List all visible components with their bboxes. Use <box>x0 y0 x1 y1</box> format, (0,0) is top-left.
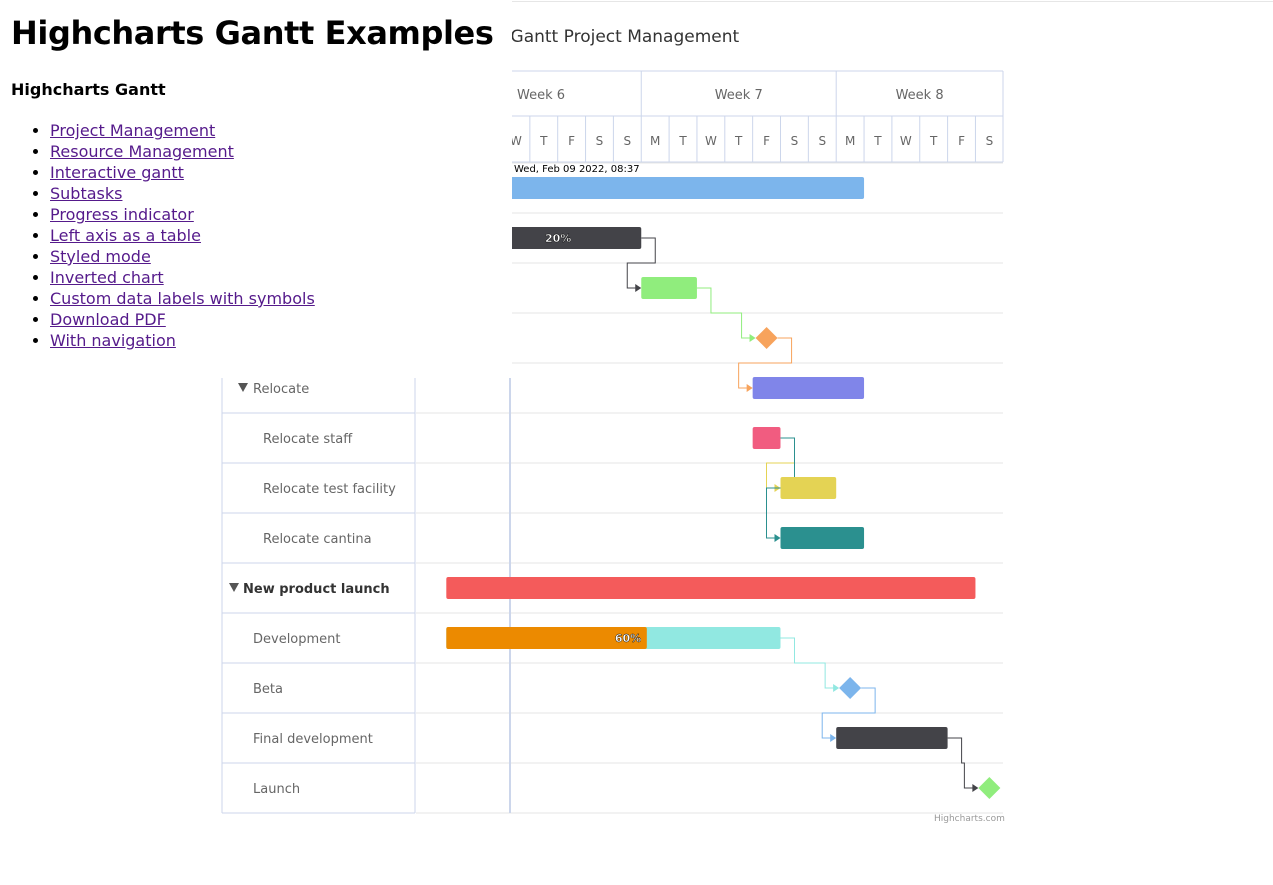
link-styled-mode[interactable]: Styled mode <box>50 247 151 266</box>
day-label: T <box>734 134 743 148</box>
link-interactive-gantt[interactable]: Interactive gantt <box>50 163 184 182</box>
top-divider <box>512 1 1273 2</box>
list-item: Subtasks <box>50 183 315 204</box>
task-labels: Relocate Relocate staff Relocate test faci… <box>229 382 396 797</box>
task-bar <box>752 427 781 449</box>
day-label: W <box>705 134 717 148</box>
collapse-arrow-icon <box>238 383 248 392</box>
day-label: T <box>678 134 687 148</box>
day-label: M <box>845 134 855 148</box>
link-progress-indicator[interactable]: Progress indicator <box>50 205 194 224</box>
progress-data-label: 60% <box>615 632 641 645</box>
milestone-diamond <box>839 677 862 699</box>
list-item: Interactive gantt <box>50 162 315 183</box>
task-bar <box>836 727 948 749</box>
link-resource-management[interactable]: Resource Management <box>50 142 234 161</box>
milestone-diamond <box>755 327 778 349</box>
link-subtasks[interactable]: Subtasks <box>50 184 122 203</box>
task-label: Relocate staff <box>263 432 353 447</box>
examples-list: Project Management Resource Management I… <box>0 120 315 351</box>
list-item: Custom data labels with symbols <box>50 288 315 309</box>
task-label: Relocate test facility <box>263 482 396 497</box>
link-project-management[interactable]: Project Management <box>50 121 215 140</box>
list-item: Project Management <box>50 120 315 141</box>
section-heading: Highcharts Gantt <box>11 80 166 99</box>
week-label: Week 7 <box>715 88 763 103</box>
day-label: W <box>900 134 912 148</box>
day-label: F <box>958 134 965 148</box>
task-bar <box>446 577 976 599</box>
link-custom-data-labels[interactable]: Custom data labels with symbols <box>50 289 315 308</box>
task-label: Launch <box>253 782 300 797</box>
task-label: Final development <box>253 732 373 747</box>
dependency-arrow <box>972 784 979 792</box>
day-label: M <box>650 134 660 148</box>
current-date-label: Wed, Feb 09 2022, 08:37 <box>514 164 640 175</box>
day-label: S <box>596 134 604 148</box>
dependency-arrow <box>746 384 753 392</box>
list-item: With navigation <box>50 330 315 351</box>
dependency-arrow <box>774 534 781 542</box>
task-label: Relocate cantina <box>263 532 372 547</box>
credits-link[interactable]: Highcharts.com <box>934 814 1005 824</box>
task-bar <box>641 277 697 299</box>
task-bar <box>780 527 865 549</box>
day-label: S <box>624 134 632 148</box>
task-bar <box>780 477 837 499</box>
day-label: T <box>929 134 938 148</box>
list-item: Download PDF <box>50 309 315 330</box>
link-download-pdf[interactable]: Download PDF <box>50 310 166 329</box>
list-item: Resource Management <box>50 141 315 162</box>
list-item: Inverted chart <box>50 267 315 288</box>
link-with-navigation[interactable]: With navigation <box>50 331 176 350</box>
task-label: Beta <box>253 682 283 697</box>
day-label: F <box>568 134 575 148</box>
week-label: Week 8 <box>896 88 944 103</box>
dependency-arrow <box>830 734 837 742</box>
list-item: Left axis as a table <box>50 225 315 246</box>
task-bar <box>752 377 865 399</box>
link-inverted-chart[interactable]: Inverted chart <box>50 268 164 287</box>
task-label: New product launch <box>243 582 390 597</box>
link-left-axis-table[interactable]: Left axis as a table <box>50 226 201 245</box>
list-item: Progress indicator <box>50 204 315 225</box>
dependency-connectors <box>626 237 979 792</box>
milestone-diamond <box>978 777 1001 799</box>
dependency-arrow <box>833 684 840 692</box>
page-heading: Highcharts Gantt Examples <box>11 14 494 52</box>
task-label: Relocate <box>253 382 309 397</box>
examples-nav-panel: Highcharts Gantt Examples Highcharts Gan… <box>0 0 512 378</box>
week-label: Week 6 <box>517 88 565 103</box>
list-item: Styled mode <box>50 246 315 267</box>
day-label: F <box>763 134 770 148</box>
collapse-arrow-icon <box>229 583 239 592</box>
day-label: T <box>539 134 548 148</box>
dependency-arrow <box>635 284 642 292</box>
task-label: Development <box>253 632 341 647</box>
day-label: S <box>791 134 799 148</box>
day-label: T <box>873 134 882 148</box>
day-label: S <box>818 134 826 148</box>
dependency-arrow <box>749 334 756 342</box>
day-label: S <box>986 134 994 148</box>
progress-data-label: 20% <box>545 232 571 245</box>
